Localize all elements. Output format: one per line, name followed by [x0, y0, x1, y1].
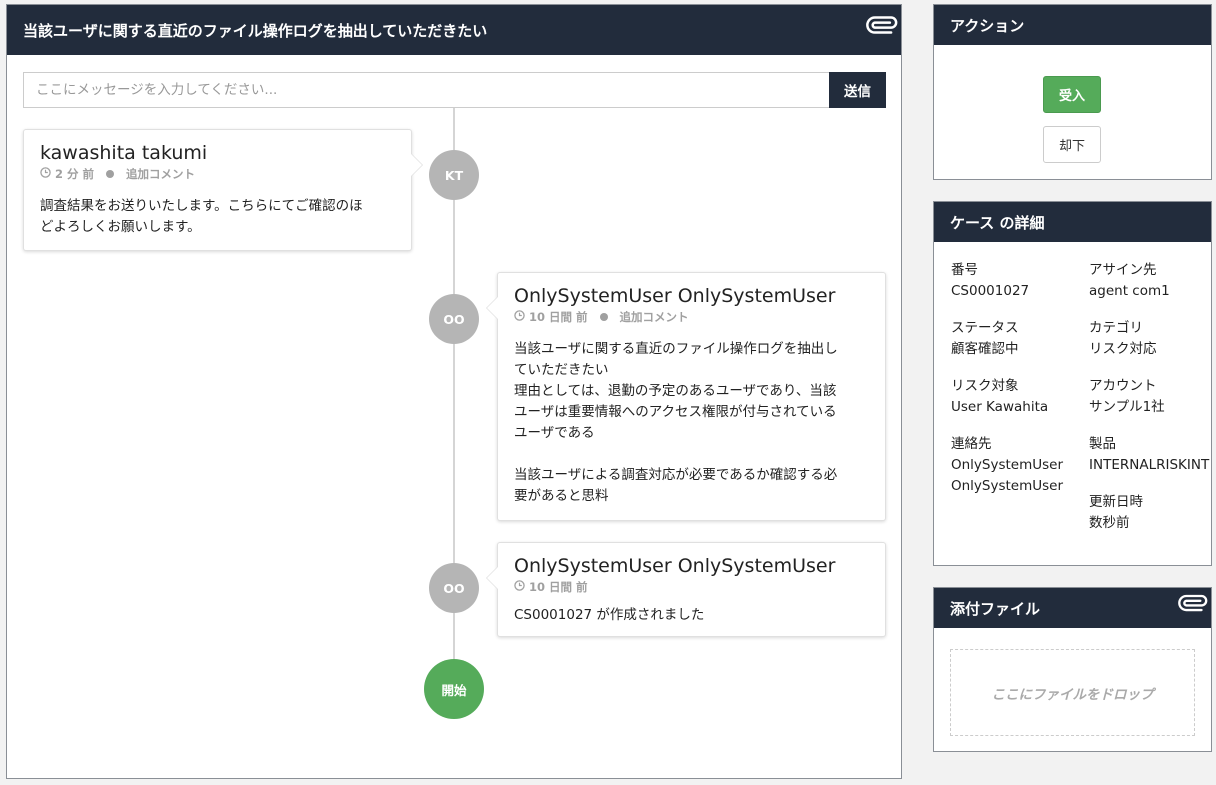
avatar: OO [429, 563, 479, 613]
detail-value: agent com1 [1089, 283, 1170, 299]
file-drop-zone[interactable]: ここにファイルをドロップ [950, 649, 1195, 736]
entry-kind: 追加コメント [126, 167, 196, 181]
detail-category: カテゴリ リスク対応 [1089, 318, 1211, 360]
entry-line: CS0001027 が作成されました [514, 607, 705, 623]
details-header: ケース の詳細 [934, 202, 1211, 242]
detail-right-column: 製品 INTERNALRISKINT 更新日時 数秒前 [1089, 434, 1211, 550]
attachments-header: 添付ファイル [934, 588, 1211, 628]
entry-line: どよろしくお願いします。 [40, 219, 201, 235]
entry-line: ユーザは重要情報へのアクセス権限が付与されている [514, 404, 837, 420]
clock-icon [40, 167, 51, 181]
detail-value: INTERNALRISKINT [1089, 457, 1210, 473]
detail-label: 連絡先 [951, 436, 992, 452]
actions-title: アクション [950, 16, 1025, 35]
separator-dot-icon [106, 170, 115, 178]
details-title: ケース の詳細 [950, 213, 1045, 232]
paperclip-icon[interactable] [855, 15, 898, 45]
entry-line: 要があると思料 [514, 488, 609, 504]
detail-value: サンプル1社 [1089, 399, 1165, 415]
detail-contact: 連絡先 OnlySystemUser OnlySystemUser [951, 434, 1089, 534]
entry-line: ユーザである [514, 425, 595, 441]
timeline-entry-created: OnlySystemUser OnlySystemUser 10 日間 前 CS… [487, 542, 886, 637]
detail-value: OnlySystemUser [951, 478, 1064, 494]
entry-meta: 2 分 前 追加コメント [40, 166, 397, 182]
avatar: KT [429, 150, 479, 200]
entry-meta: 10 日間 前 追加コメント [514, 309, 871, 325]
timeline-entry-comment: OnlySystemUser OnlySystemUser 10 日間 前 追加… [487, 272, 886, 521]
details-grid: 番号 CS0001027 アサイン先 agent com1 ステータス 顧客確認… [951, 260, 1211, 550]
case-details-panel: ケース の詳細 番号 CS0001027 アサイン先 agent com1 ステ… [933, 201, 1212, 566]
detail-label: リスク対象 [951, 378, 1019, 394]
entry-line: 当該ユーザによる調査対応が必要であるか確認する必 [514, 467, 838, 483]
message-compose-row: 送信 [23, 72, 886, 108]
detail-account: アカウント サンプル1社 [1089, 376, 1211, 418]
actions-panel: アクション 受入 却下 [933, 4, 1212, 180]
entry-body: CS0001027 が作成されました [514, 605, 871, 626]
accept-button[interactable]: 受入 [1043, 76, 1101, 113]
entry-author: kawashita takumi [40, 142, 208, 164]
case-title: 当該ユーザに関する直近のファイル操作ログを抽出していただきたい [23, 21, 488, 40]
entry-time: 10 日間 前 [529, 580, 588, 594]
detail-status: ステータス 顧客確認中 [951, 318, 1089, 360]
detail-product: 製品 INTERNALRISKINT [1089, 434, 1211, 476]
clock-icon [514, 580, 525, 594]
entry-author: OnlySystemUser OnlySystemUser [514, 285, 836, 307]
entry-meta: 10 日間 前 [514, 579, 871, 595]
entry-line: 理由としては、退勤の予定のあるユーザであり、当該 [514, 383, 837, 399]
case-title-bar: 当該ユーザに関する直近のファイル操作ログを抽出していただきたい [7, 5, 901, 55]
detail-label: カテゴリ [1089, 320, 1143, 336]
detail-value: User Kawahita [951, 399, 1049, 415]
case-timeline-panel: 当該ユーザに関する直近のファイル操作ログを抽出していただきたい 送信 kawas… [6, 4, 902, 779]
paperclip-icon[interactable] [1167, 594, 1208, 622]
entry-body: 当該ユーザに関する直近のファイル操作ログを抽出し ていただきたい 理由としては、… [514, 339, 871, 507]
detail-label: 製品 [1089, 436, 1116, 452]
entry-kind: 追加コメント [619, 310, 689, 324]
avatar: OO [429, 294, 479, 344]
separator-dot-icon [599, 313, 608, 321]
reject-button[interactable]: 却下 [1043, 126, 1101, 163]
detail-label: 更新日時 [1089, 494, 1143, 510]
entry-line [514, 444, 871, 465]
drop-zone-text: ここにファイルをドロップ [991, 686, 1154, 703]
detail-assignee: アサイン先 agent com1 [1089, 260, 1211, 302]
actions-header: アクション [934, 5, 1211, 45]
detail-label: 番号 [951, 262, 978, 278]
clock-icon [514, 310, 525, 324]
entry-author: OnlySystemUser OnlySystemUser [514, 555, 836, 577]
detail-label: アカウント [1089, 378, 1157, 394]
send-button[interactable]: 送信 [829, 72, 886, 108]
attachments-panel: 添付ファイル ここにファイルをドロップ [933, 587, 1212, 752]
detail-value: CS0001027 [951, 283, 1030, 299]
detail-value: 顧客確認中 [951, 341, 1019, 357]
entry-line: ていただきたい [514, 362, 609, 378]
entry-body: 調査結果をお送りいたします。こちらにてご確認のほ どよろしくお願いします。 [40, 196, 397, 238]
detail-label: アサイン先 [1089, 262, 1157, 278]
detail-updated: 更新日時 数秒前 [1089, 492, 1211, 534]
detail-number: 番号 CS0001027 [951, 260, 1089, 302]
timeline-entry-comment: kawashita takumi 2 分 前 追加コメント 調査結果をお送りいた… [23, 129, 422, 251]
attachments-title: 添付ファイル [950, 599, 1041, 618]
detail-label: ステータス [951, 320, 1019, 336]
entry-line: 当該ユーザに関する直近のファイル操作ログを抽出し [514, 341, 838, 357]
entry-time: 10 日間 前 [529, 310, 588, 324]
entry-line: 調査結果をお送りいたします。こちらにてご確認のほ [40, 198, 363, 214]
timeline-start-marker: 開始 [424, 659, 484, 719]
detail-value: 数秒前 [1089, 515, 1130, 531]
message-input[interactable] [23, 72, 829, 108]
detail-risk-target: リスク対象 User Kawahita [951, 376, 1089, 418]
detail-value: OnlySystemUser [951, 457, 1064, 473]
entry-time: 2 分 前 [55, 167, 95, 181]
detail-value: リスク対応 [1089, 341, 1157, 357]
